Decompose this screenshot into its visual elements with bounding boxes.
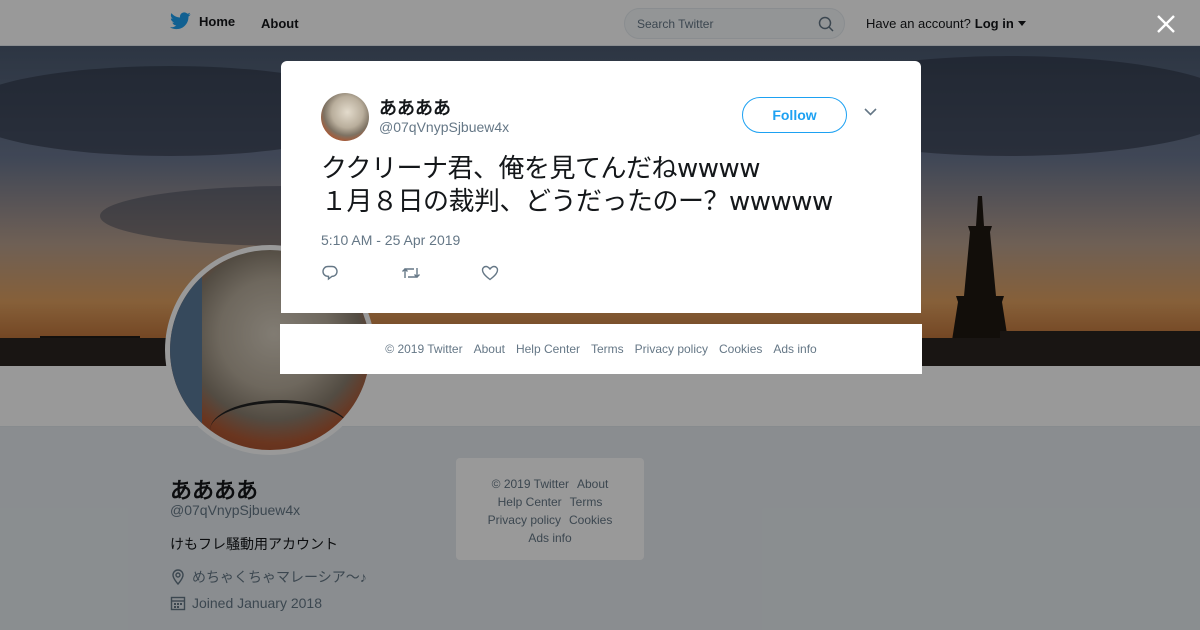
reply-icon: [322, 265, 338, 281]
retweet-button[interactable]: [401, 264, 481, 284]
modal-footer-link-ads[interactable]: Ads info: [773, 342, 816, 356]
close-icon[interactable]: [1154, 12, 1178, 36]
tweet-text: ククリーナ君、俺を見てんだねwwww １月８日の裁判、どうだったのー？wwwww: [321, 154, 833, 217]
retweet-icon: [402, 268, 420, 278]
tweet-actions: [321, 264, 561, 284]
modal-footer-copyright: © 2019 Twitter: [385, 342, 463, 356]
tweet-modal: ああああ @07qVnypSjbuew4x Follow ククリーナ君、俺を見て…: [281, 61, 921, 313]
heart-icon: [481, 265, 499, 281]
tweet-timestamp[interactable]: 5:10 AM - 25 Apr 2019: [321, 232, 460, 248]
tweet-author-name[interactable]: ああああ: [379, 94, 451, 120]
modal-footer-link-privacy[interactable]: Privacy policy: [635, 342, 708, 356]
tweet-author-avatar[interactable]: [321, 93, 369, 141]
follow-button[interactable]: Follow: [742, 97, 847, 133]
modal-footer: © 2019 Twitter About Help Center Terms P…: [280, 324, 922, 374]
chevron-down-icon[interactable]: [864, 108, 877, 116]
reply-button[interactable]: [321, 264, 401, 284]
like-button[interactable]: [481, 264, 561, 284]
modal-footer-link-about[interactable]: About: [474, 342, 505, 356]
modal-footer-link-cookies[interactable]: Cookies: [719, 342, 762, 356]
modal-footer-link-help[interactable]: Help Center: [516, 342, 580, 356]
modal-footer-link-terms[interactable]: Terms: [591, 342, 624, 356]
tweet-author-handle[interactable]: @07qVnypSjbuew4x: [379, 119, 509, 135]
